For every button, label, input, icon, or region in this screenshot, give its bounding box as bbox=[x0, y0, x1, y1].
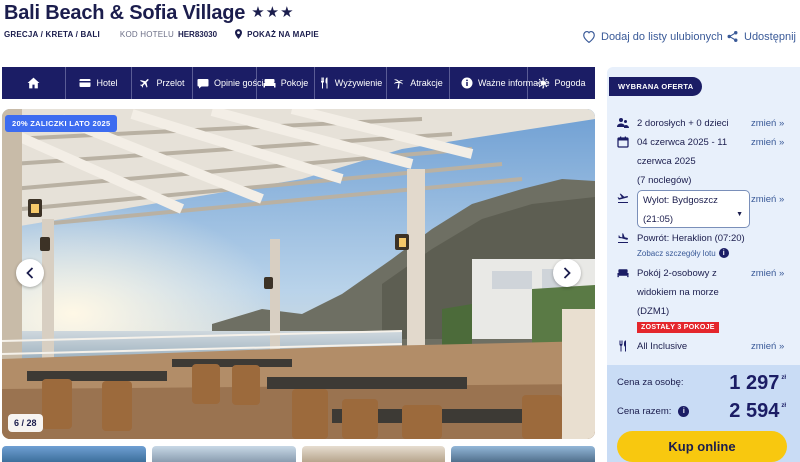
share-icon bbox=[727, 30, 738, 43]
people-icon bbox=[617, 118, 629, 128]
price-per-person-value: 1 297 zł bbox=[729, 372, 786, 395]
sun-icon bbox=[537, 77, 549, 89]
chevron-down-icon: ▼ bbox=[736, 211, 743, 218]
board-text: All Inclusive bbox=[637, 341, 688, 352]
gallery-prev-button[interactable] bbox=[16, 259, 44, 287]
price-total-label-text: Cena razem: bbox=[617, 406, 672, 417]
thumbnail[interactable] bbox=[151, 446, 296, 462]
hotel-location-line: GRECJA / KRETA / BALI KOD HOTELU HER8303… bbox=[4, 29, 319, 39]
hotel-name: Bali Beach & Sofia Village bbox=[4, 2, 246, 24]
heart-icon bbox=[583, 30, 595, 43]
photo-counter: 6 / 28 bbox=[8, 414, 43, 432]
nav-weather[interactable]: Pogoda bbox=[528, 67, 595, 99]
cutlery-icon bbox=[619, 340, 626, 352]
nights-text: (7 noclegów) bbox=[637, 175, 692, 186]
price-per-person-label: Cena za osobę: bbox=[617, 377, 684, 388]
nav-board[interactable]: Wyżywienie bbox=[315, 67, 387, 99]
share-label: Udostępnij bbox=[744, 30, 796, 43]
buy-online-button[interactable]: Kup online bbox=[617, 431, 787, 462]
chat-bubble-icon bbox=[197, 78, 209, 88]
guests-text: 2 dorosłych + 0 dzieci bbox=[637, 118, 729, 129]
hotel-card-icon bbox=[79, 79, 91, 87]
info-icon bbox=[461, 77, 473, 89]
room-text: Pokój 2-osobowy z widokiem na morze (DZM… bbox=[637, 268, 719, 317]
info-icon: i bbox=[718, 248, 729, 258]
nav-flight[interactable]: Przelot bbox=[132, 67, 193, 99]
change-board-link[interactable]: zmień » bbox=[751, 341, 784, 352]
hotel-section-nav: Hotel Przelot Opinie gości Pokoje Wyżywi… bbox=[2, 67, 595, 99]
plane-icon bbox=[140, 79, 150, 88]
plane-landing-icon bbox=[618, 233, 628, 243]
nav-weather-label: Pogoda bbox=[554, 78, 586, 88]
bed-icon bbox=[617, 269, 629, 278]
nav-reviews-label: Opinie gości bbox=[214, 78, 264, 88]
plane-takeoff-icon bbox=[617, 193, 629, 203]
nav-flight-label: Przelot bbox=[156, 78, 185, 88]
info-icon[interactable]: i bbox=[678, 406, 690, 417]
nav-board-label: Wyżywienie bbox=[334, 78, 383, 88]
thumbnail-strip bbox=[2, 446, 595, 462]
dates-text: 04 czerwca 2025 - 11 czerwca 2025 bbox=[637, 137, 728, 167]
nav-reviews[interactable]: Opinie gości bbox=[193, 67, 264, 99]
hotel-code-value: HER83030 bbox=[177, 29, 218, 39]
hotel-header: Bali Beach & Sofia Village ★★★ GRECJA / K… bbox=[0, 0, 800, 66]
nav-hotel[interactable]: Hotel bbox=[66, 67, 132, 99]
selected-offer-tag: WYBRANA OFERTA bbox=[609, 77, 703, 96]
selected-offer-panel: WYBRANA OFERTA 2 dorosłych + 0 dzieci zm… bbox=[607, 67, 800, 462]
breadcrumb[interactable]: GRECJA / KRETA / BALI bbox=[4, 30, 100, 39]
return-text: Powrót: Heraklion (07:20) bbox=[637, 233, 745, 244]
nav-important-info[interactable]: Ważne informacje bbox=[450, 67, 550, 99]
thumbnail[interactable] bbox=[451, 446, 595, 462]
change-room-link[interactable]: zmień » bbox=[751, 268, 784, 279]
hotel-terrace-photo bbox=[2, 109, 595, 439]
price-total-value: 2 594 zł bbox=[729, 400, 786, 423]
bed-icon bbox=[263, 79, 276, 88]
nav-attractions[interactable]: Atrakcje bbox=[387, 67, 450, 99]
change-dates-link[interactable]: zmień » bbox=[751, 137, 784, 148]
currency-label: zł bbox=[781, 403, 786, 409]
change-departure-link[interactable]: zmień » bbox=[751, 194, 784, 205]
promo-badge: 20% ZALICZKI LATO 2025 bbox=[5, 115, 118, 132]
flight-details-label: Zobacz szczegóły lotu bbox=[637, 248, 716, 258]
nav-rooms[interactable]: Pokoje bbox=[257, 67, 315, 99]
nav-hotel-label: Hotel bbox=[96, 78, 118, 88]
hotel-title: Bali Beach & Sofia Village ★★★ bbox=[4, 2, 295, 25]
departure-value: Wylot: Bydgoszcz (21:05) bbox=[643, 195, 718, 225]
nav-rooms-label: Pokoje bbox=[280, 78, 309, 88]
gallery-next-button[interactable] bbox=[553, 259, 581, 287]
hotel-code-label: KOD HOTELU bbox=[119, 29, 174, 39]
chevron-right-icon bbox=[563, 267, 571, 279]
flight-details-link[interactable]: Zobacz szczegóły lotu i bbox=[637, 248, 729, 258]
rooms-left-badge: ZOSTAŁY 3 POKOJE bbox=[637, 322, 719, 333]
nav-attractions-label: Atrakcje bbox=[410, 78, 443, 88]
show-on-map-label: POKAŻ NA MAPIE bbox=[247, 29, 319, 39]
calendar-icon bbox=[617, 136, 629, 148]
price-total-amount: 2 594 bbox=[729, 400, 780, 422]
nav-important-info-label: Ważne informacje bbox=[478, 78, 550, 88]
hotel-stars: ★★★ bbox=[251, 4, 295, 21]
departure-dropdown[interactable]: Wylot: Bydgoszcz (21:05) ▼ bbox=[637, 190, 750, 228]
map-pin-icon bbox=[235, 29, 243, 39]
palm-icon bbox=[394, 79, 404, 89]
nav-home[interactable] bbox=[2, 67, 66, 99]
change-guests-link[interactable]: zmień » bbox=[751, 118, 784, 129]
price-box: Cena za osobę: 1 297 zł Cena razem: i 2 5… bbox=[607, 365, 800, 462]
share-button[interactable]: Udostępnij bbox=[726, 30, 796, 43]
show-on-map-link[interactable]: POKAŻ NA MAPIE bbox=[235, 29, 319, 39]
price-total-label: Cena razem: i bbox=[617, 406, 690, 417]
home-icon bbox=[27, 77, 40, 89]
add-to-favorites-label: Dodaj do listy ulubionych bbox=[601, 30, 723, 43]
currency-label: zł bbox=[781, 375, 786, 381]
add-to-favorites-button[interactable]: Dodaj do listy ulubionych bbox=[582, 30, 723, 43]
thumbnail[interactable] bbox=[2, 446, 146, 462]
price-per-person-amount: 1 297 bbox=[729, 372, 780, 394]
cutlery-icon bbox=[320, 77, 328, 89]
thumbnail[interactable] bbox=[301, 446, 446, 462]
chevron-left-icon bbox=[26, 267, 34, 279]
photo-gallery[interactable]: 20% ZALICZKI LATO 2025 6 / 28 bbox=[2, 109, 595, 439]
